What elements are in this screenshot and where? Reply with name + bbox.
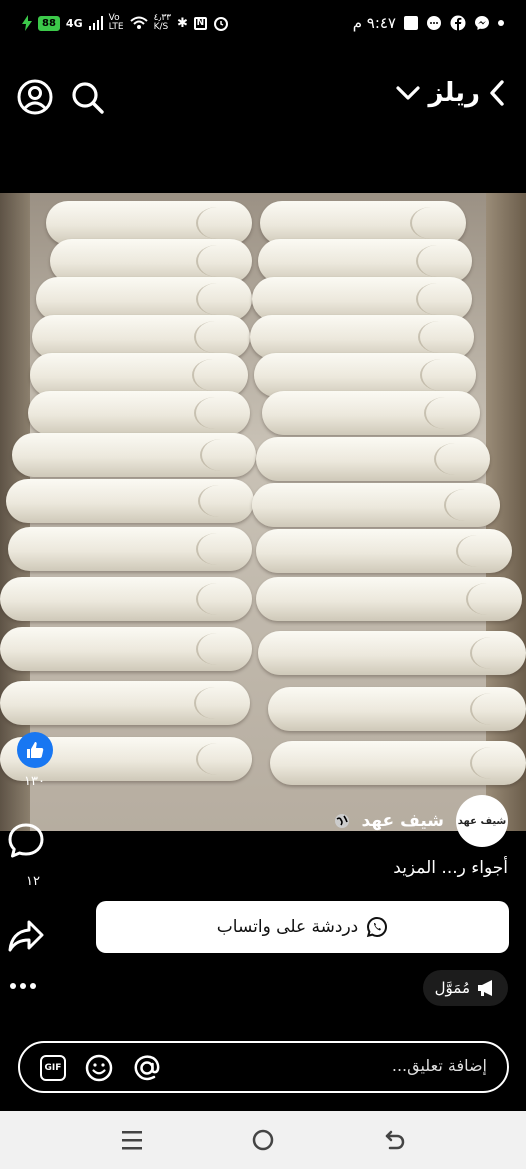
- spring-roll: [270, 741, 526, 785]
- nfc-icon: N: [193, 16, 207, 30]
- like-action[interactable]: ١٣٠: [0, 732, 70, 789]
- sponsored-badge[interactable]: مُمَوَّل: [422, 970, 508, 1006]
- author-name[interactable]: شيف عهد: [362, 811, 444, 831]
- status-right: ٩:٤٧ م: [353, 14, 504, 32]
- notification-dot: [498, 20, 504, 26]
- network-label: 4G: [65, 16, 83, 30]
- status-left: 88 4G Vo LTE ٤٫٣٣ K/S ✱ N: [22, 14, 229, 32]
- sponsored-label: مُمَوَّل: [434, 979, 470, 997]
- spring-roll: [258, 631, 526, 675]
- more-action[interactable]: [0, 976, 70, 1000]
- spring-roll: [28, 391, 250, 435]
- spring-roll: [8, 527, 252, 571]
- bluetooth-icon: ✱: [177, 15, 188, 31]
- alarm-icon: [213, 17, 228, 31]
- volte-label: Vo LTE: [108, 13, 124, 32]
- whatsapp-chat-label: دردشة على واتساب: [216, 917, 359, 937]
- recent-apps-icon[interactable]: [120, 1129, 144, 1151]
- avatar-text: شيف عهد: [457, 815, 507, 827]
- search-button[interactable]: [68, 78, 106, 116]
- spring-roll: [262, 391, 480, 435]
- clock: ٩:٤٧ م: [352, 14, 396, 32]
- search-icon: [72, 82, 104, 114]
- share-icon[interactable]: [7, 918, 45, 954]
- spring-roll: [256, 437, 490, 481]
- home-icon[interactable]: [251, 1128, 275, 1152]
- charging-icon: [22, 15, 32, 31]
- comment-count: ١٢: [26, 874, 40, 889]
- messenger-icon: [475, 16, 489, 30]
- author-row[interactable]: شيف عهد شيف عهد: [334, 795, 508, 847]
- spring-roll: [0, 681, 250, 725]
- notification-square-icon: [404, 16, 418, 30]
- back-arrow-icon[interactable]: [488, 79, 506, 107]
- profile-icon: [17, 79, 53, 115]
- comment-placeholder[interactable]: إضافة تعليق...: [392, 1056, 487, 1075]
- comment-icon[interactable]: [7, 822, 45, 860]
- speed-label: ٤٫٣٣ K/S: [153, 13, 172, 32]
- facebook-icon: [450, 15, 466, 31]
- globe-icon: [334, 814, 349, 828]
- chat-bubble-icon: [427, 16, 441, 30]
- whatsapp-chat-button[interactable]: دردشة على واتساب: [96, 901, 509, 953]
- profile-button[interactable]: [16, 78, 54, 116]
- megaphone-icon: [478, 980, 492, 996]
- gif-button[interactable]: GIF: [40, 1055, 66, 1081]
- system-nav-bar: [0, 1111, 526, 1169]
- chevron-down-icon[interactable]: [396, 85, 421, 101]
- comment-action[interactable]: ١٢: [0, 822, 70, 889]
- wifi-icon: [129, 16, 148, 29]
- avatar[interactable]: شيف عهد: [456, 795, 508, 847]
- reels-title-button[interactable]: ريلز: [396, 78, 506, 108]
- mention-icon[interactable]: [132, 1053, 162, 1083]
- like-count: ١٣٠: [24, 774, 45, 789]
- share-action[interactable]: [0, 918, 70, 958]
- emoji-icon[interactable]: [85, 1054, 113, 1082]
- spring-roll: [0, 577, 252, 621]
- spring-roll: [252, 483, 500, 527]
- comment-input-box[interactable]: GIF إضافة تعليق...: [18, 1041, 509, 1093]
- spring-roll: [256, 577, 522, 621]
- top-bar: ريلز: [0, 70, 526, 126]
- whatsapp-icon: [367, 916, 388, 938]
- gif-icon: GIF: [44, 1063, 62, 1073]
- battery-indicator: 88: [38, 15, 60, 31]
- page-title: ريلز: [428, 78, 480, 108]
- spring-roll: [6, 479, 254, 523]
- like-icon[interactable]: [17, 732, 53, 768]
- spring-roll: [268, 687, 526, 731]
- spring-roll: [0, 627, 252, 671]
- caption[interactable]: أجواء ر... المزيد: [393, 858, 508, 878]
- spring-roll: [256, 529, 512, 573]
- more-dots-icon[interactable]: [9, 976, 39, 996]
- spring-roll: [12, 433, 256, 477]
- status-bar: 88 4G Vo LTE ٤٫٣٣ K/S ✱ N ٩:٤٧ م: [0, 0, 526, 52]
- signal-icon: [88, 16, 103, 30]
- back-icon[interactable]: [383, 1128, 407, 1152]
- reel-video[interactable]: [0, 193, 526, 831]
